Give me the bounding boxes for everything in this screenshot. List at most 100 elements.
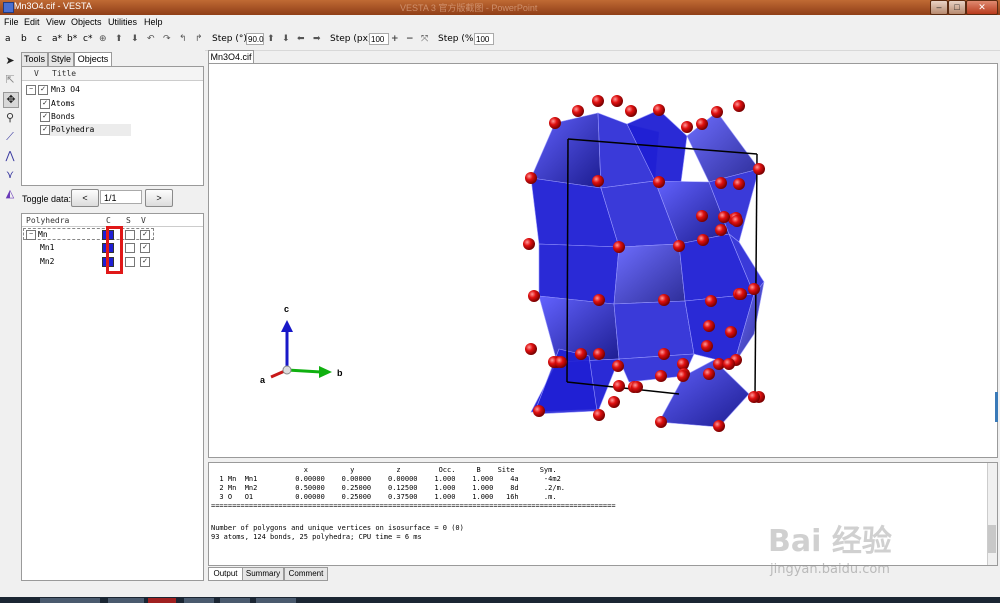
row-collapse-toggle[interactable]: − [26, 230, 36, 240]
tab-objects[interactable]: Objects [74, 52, 112, 66]
oxygen-atom [658, 348, 670, 360]
rotate-left-icon[interactable]: ↶ [147, 34, 155, 44]
taskbar-item[interactable] [184, 598, 214, 603]
rotate-right-icon[interactable]: ↷ [163, 34, 171, 44]
menu-utilities[interactable]: Utilities [108, 17, 137, 27]
mn-polyhedron [530, 112, 602, 189]
step-px-label: Step (px): [330, 34, 375, 44]
dihedral-icon[interactable]: ⋎ [3, 168, 17, 182]
row-name-mn1[interactable]: Mn1 [40, 243, 54, 252]
view-along-a-button[interactable]: a [5, 34, 11, 44]
visible-checkbox-mn2[interactable]: ✓ [140, 257, 150, 267]
tab-summary[interactable]: Summary [242, 567, 284, 581]
fit-to-screen-icon[interactable]: ⤧ [421, 34, 428, 44]
output-row-1: 1 Mn Mn1 0.00000 0.00000 0.00000 1.000 1… [211, 475, 561, 483]
axis-indicator: c b a [260, 304, 343, 385]
maximize-button[interactable]: □ [948, 0, 966, 15]
view-along-c-star-button[interactable]: c* [83, 34, 92, 44]
view-along-b-star-button[interactable]: b* [67, 34, 77, 44]
mn-polyhedron [538, 243, 620, 305]
tab-comment[interactable]: Comment [284, 567, 328, 581]
bonds-visible-checkbox[interactable]: ✓ [40, 112, 50, 122]
translate-right-icon[interactable]: ➡ [313, 34, 321, 44]
menu-objects[interactable]: Objects [71, 17, 102, 27]
step-px-input[interactable]: 100 [369, 33, 389, 45]
unit-cell-edge [754, 153, 758, 397]
polyhedra-visible-checkbox[interactable]: ✓ [40, 125, 50, 135]
menu-help[interactable]: Help [144, 17, 163, 27]
minimize-button[interactable]: – [930, 0, 948, 15]
toggle-prev-button[interactable]: < [71, 189, 99, 207]
zoom-out-icon[interactable]: − [406, 34, 414, 44]
toggle-next-button[interactable]: > [145, 189, 173, 207]
oxygen-atom [613, 380, 625, 392]
mn-polyhedron [613, 300, 695, 360]
menu-file[interactable]: File [4, 17, 19, 27]
show-checkbox-mn1[interactable] [125, 243, 135, 253]
objects-tree: V Title − ✓ Mn3 O4 ✓ Atoms ✓ Bonds ✓ Pol… [21, 66, 204, 186]
output-scrollbar-thumb[interactable] [988, 525, 996, 553]
step-deg-input[interactable]: 90.0 [246, 33, 264, 45]
viewer-scroll-handle[interactable] [995, 392, 998, 422]
visible-checkbox-mn1[interactable]: ✓ [140, 243, 150, 253]
menu-view[interactable]: View [46, 17, 65, 27]
rotate-cw-icon[interactable]: ↱ [195, 34, 203, 44]
translate-down-icon[interactable]: ⬇ [282, 34, 290, 44]
oxygen-atom [575, 348, 587, 360]
taskbar-item[interactable] [108, 598, 144, 603]
structure-viewer[interactable]: c b a [208, 63, 998, 458]
row-name-mn[interactable]: Mn [38, 230, 48, 239]
taskbar-item[interactable] [220, 598, 250, 603]
rotate-ccw-icon[interactable]: ↰ [179, 34, 187, 44]
app-icon [3, 2, 14, 13]
select-multi-icon[interactable]: ⇱ [3, 73, 17, 87]
tree-root[interactable]: Mn3 O4 [51, 85, 80, 94]
watermark-url: jingyan.baidu.com [770, 562, 890, 577]
tree-item-bonds[interactable]: Bonds [51, 112, 75, 121]
bond-angle-icon[interactable]: ⋀ [3, 149, 17, 163]
tree-collapse-toggle[interactable]: − [26, 85, 36, 95]
close-button[interactable]: ✕ [966, 0, 998, 15]
step-pct-input[interactable]: 100 [474, 33, 494, 45]
oxygen-atom [593, 294, 605, 306]
tab-tools[interactable]: Tools [21, 52, 48, 66]
select-icon[interactable]: ➤ [3, 54, 17, 68]
rotate-up-icon[interactable]: ⬆ [115, 34, 123, 44]
view-along-a-star-button[interactable]: a* [52, 34, 62, 44]
tab-output[interactable]: Output [208, 567, 243, 581]
row-name-mn2[interactable]: Mn2 [40, 257, 54, 266]
translate-left-icon[interactable]: ⬅ [297, 34, 305, 44]
tree-item-atoms[interactable]: Atoms [51, 99, 75, 108]
translate-icon[interactable]: ✥ [3, 92, 19, 108]
zoom-in-icon[interactable]: + [391, 34, 399, 44]
tree-item-polyhedra[interactable]: Polyhedra [51, 125, 94, 134]
rotate-down-icon[interactable]: ⬇ [131, 34, 139, 44]
left-panel: Tools Style Objects V Title − ✓ Mn3 O4 ✓… [20, 50, 205, 581]
show-checkbox-mn[interactable] [125, 230, 135, 240]
taskbar-item[interactable] [40, 598, 100, 603]
translate-up-icon[interactable]: ⬆ [267, 34, 275, 44]
show-checkbox-mn2[interactable] [125, 257, 135, 267]
output-row-3: 3 O O1 0.00000 0.25000 0.37500 1.000 1.0… [211, 493, 557, 501]
view-along-b-button[interactable]: b [21, 34, 27, 44]
oxygen-atom [748, 283, 760, 295]
taskbar-item[interactable] [148, 598, 176, 603]
root-visible-checkbox[interactable]: ✓ [38, 85, 48, 95]
tab-style[interactable]: Style [48, 52, 74, 66]
reset-orientation-icon[interactable]: ⊕ [99, 34, 107, 44]
taskbar-item[interactable] [256, 598, 296, 603]
visible-checkbox-mn[interactable]: ✓ [140, 230, 150, 240]
toggle-data-field[interactable]: 1/1 [100, 190, 142, 204]
unit-cell-edge [566, 138, 569, 383]
view-along-c-button[interactable]: c [37, 34, 42, 44]
col-color: C [106, 216, 111, 225]
plane-icon[interactable]: ◭ [3, 187, 17, 201]
background-window-title: VESTA 3 官方版截图 - PowerPoint [400, 3, 538, 13]
bond-length-icon[interactable]: ⟋ [3, 130, 17, 144]
magnify-icon[interactable]: ⚲ [3, 111, 17, 125]
title-bar: Mn3O4.cif - VESTA VESTA 3 官方版截图 - PowerP… [0, 0, 1000, 15]
oxygen-atom [612, 360, 624, 372]
tab-structure-file[interactable]: Mn3O4.cif [208, 50, 254, 64]
menu-edit[interactable]: Edit [24, 17, 40, 27]
atoms-visible-checkbox[interactable]: ✓ [40, 99, 50, 109]
